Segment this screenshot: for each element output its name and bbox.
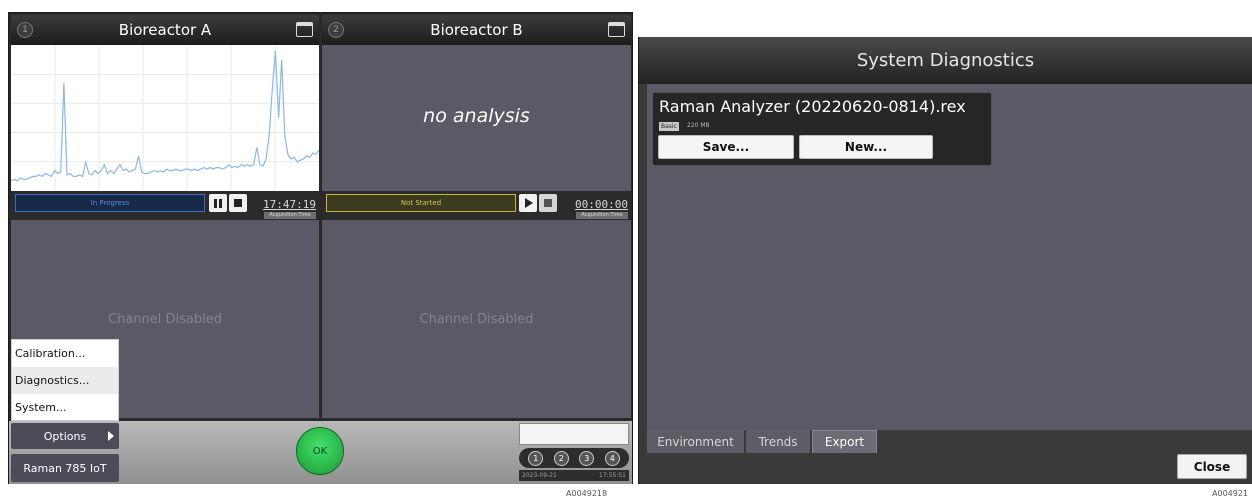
tab-export[interactable]: Export (812, 430, 877, 453)
spectrum-chart (10, 45, 320, 191)
channel-1-panel: 1 Bioreactor A In Progress 17:47:19 Acqu… (10, 15, 320, 219)
bottom-bar: Options Raman 785 IoT OK 1 2 3 4 2023-09… (9, 421, 632, 484)
channel-2-time-value: 00:00:00 (575, 198, 628, 211)
options-label: Options (43, 429, 87, 443)
new-button[interactable]: New... (799, 135, 933, 159)
channel-4-panel: Channel Disabled (322, 220, 631, 418)
channel-1-time: 17:47:19 Acquisition Time (258, 193, 316, 219)
stop-icon (544, 199, 552, 207)
close-button[interactable]: Close (1177, 454, 1247, 479)
channel-1-statusbar: In Progress 17:47:19 Acquisition Time (11, 191, 319, 219)
tab-environment[interactable]: Environment (647, 430, 744, 453)
stop-button[interactable] (229, 194, 247, 212)
datetime-readout: 2023-09-21 17:55:51 (519, 470, 629, 481)
options-menu: Calibration... Diagnostics... System... (11, 339, 119, 421)
channel-2-statusbar: Not Started 00:00:00 Acquisition Time (322, 191, 631, 219)
menu-item-diagnostics[interactable]: Diagnostics... (12, 367, 118, 394)
pause-button[interactable] (209, 194, 227, 212)
triangle-right-icon (108, 431, 114, 441)
device-button[interactable]: Raman 785 IoT (11, 454, 119, 482)
page-title: System Diagnostics (639, 37, 1252, 84)
channel-1-status-text: In Progress (90, 199, 130, 207)
diagnostics-content: Raman Analyzer (20220620-0814).rex Basic… (647, 84, 1252, 430)
channel-2-panel: 2 Bioreactor B no analysis Not Started 0… (322, 15, 631, 219)
channel-2-body: no analysis (322, 45, 631, 191)
channel-1-status: In Progress (15, 194, 205, 212)
channel-disabled-text: Channel Disabled (419, 312, 534, 327)
file-size: 220 MB (687, 122, 710, 129)
stop-icon (234, 199, 242, 207)
time-text: 17:55:51 (599, 472, 626, 479)
channel-2-title: Bioreactor B (430, 21, 523, 39)
figure-caption-left: A0049218 (566, 489, 608, 498)
main-screen: 1 Bioreactor A In Progress 17:47:19 Acqu… (8, 12, 633, 484)
channel-2-number: 2 (328, 22, 344, 38)
channel-indicator[interactable]: 1 2 3 4 2023-09-21 17:55:51 (519, 423, 629, 481)
channel-dot-1: 1 (528, 450, 544, 466)
options-button[interactable]: Options (11, 423, 119, 449)
figure-caption-right: A004921 (1212, 489, 1249, 498)
channel-dots: 1 2 3 4 (519, 448, 629, 468)
menu-item-calibration[interactable]: Calibration... (12, 340, 118, 367)
indicator-display (519, 423, 629, 445)
pause-icon (214, 198, 222, 208)
channel-disabled-text: Channel Disabled (108, 312, 222, 327)
channel-1-title: Bioreactor A (118, 21, 212, 39)
channel-1-number: 1 (17, 22, 33, 38)
play-icon (525, 198, 533, 208)
save-button[interactable]: Save... (658, 135, 794, 159)
channel-2-time: 00:00:00 Acquisition Time (570, 193, 628, 219)
no-analysis-message: no analysis (423, 105, 530, 127)
channel-2-time-label: Acquisition Time (576, 212, 628, 219)
channel-dot-3: 3 (579, 450, 595, 466)
channel-1-time-value: 17:47:19 (263, 198, 316, 211)
tab-bar: Environment Trends Export (647, 430, 1252, 453)
ok-label: OK (312, 445, 328, 457)
tab-trends[interactable]: Trends (746, 430, 810, 453)
date-text: 2023-09-21 (522, 472, 557, 479)
device-label: Raman 785 IoT (23, 461, 107, 475)
channel-2-header[interactable]: 2 Bioreactor B (322, 15, 631, 45)
menu-item-system[interactable]: System... (12, 394, 118, 421)
play-button[interactable] (519, 194, 537, 212)
channel-2-status-text: Not Started (400, 199, 442, 207)
channel-2-status: Not Started (326, 194, 516, 212)
file-name: Raman Analyzer (20220620-0814).rex (659, 97, 966, 116)
diagnostic-file-card: Raman Analyzer (20220620-0814).rex Basic… (652, 92, 992, 166)
channel-1-time-label: Acquisition Time (264, 212, 316, 219)
diagnostics-screen: System Diagnostics Raman Analyzer (20220… (638, 37, 1252, 484)
channel-1-header[interactable]: 1 Bioreactor A (11, 15, 319, 45)
file-type-badge: Basic (659, 122, 679, 131)
spectrum-plot (10, 45, 320, 191)
channel-dot-4: 4 (604, 450, 620, 466)
stop-button[interactable] (539, 194, 557, 212)
ok-button[interactable]: OK (296, 427, 344, 475)
maximize-window-icon[interactable] (296, 22, 313, 37)
channel-dot-2: 2 (553, 450, 569, 466)
maximize-window-icon[interactable] (608, 22, 625, 37)
